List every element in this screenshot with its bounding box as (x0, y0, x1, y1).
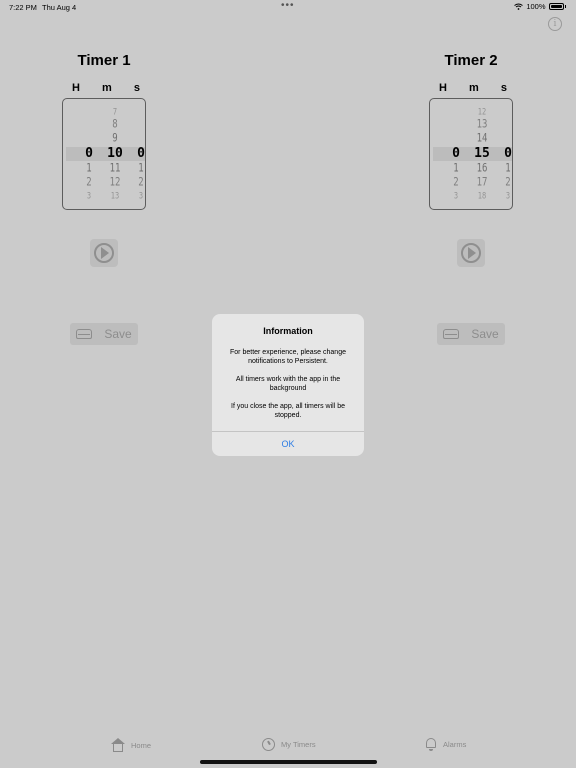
tab-bar: Home My Timers Alarms (0, 730, 576, 762)
hours-label: H (439, 82, 447, 94)
picker-row: 3 (138, 190, 144, 202)
bell-icon (425, 738, 437, 751)
seconds-label: s (500, 82, 507, 94)
battery-icon (548, 3, 564, 10)
timer-1: Timer 1 H m s 0 1 2 3 7 8 9 10 11 12 13 (49, 52, 159, 210)
ok-button[interactable]: OK (212, 432, 364, 456)
tab-home[interactable]: Home (111, 738, 151, 752)
picker-selected-seconds: 0 (137, 146, 145, 161)
timer-2-save-button[interactable]: Save (437, 323, 505, 345)
minutes-wheel[interactable]: 7 8 9 10 11 12 13 (95, 99, 123, 209)
battery-tip (564, 5, 566, 8)
status-right: 100% (514, 2, 566, 11)
seconds-wheel[interactable]: 0 1 2 3 (121, 99, 145, 209)
timer-2-play-button[interactable] (457, 239, 485, 267)
multitasking-dots[interactable]: ••• (281, 0, 295, 11)
time-picker[interactable]: 0 1 2 3 12 13 14 15 16 17 18 0 1 2 3 (429, 98, 513, 210)
play-icon (468, 247, 476, 259)
picker-row: 1 (138, 162, 144, 176)
picker-row: 1 (505, 162, 511, 176)
tab-my-timers-label: My Timers (281, 740, 316, 749)
tab-my-timers[interactable]: My Timers (262, 738, 316, 751)
timer-icon (262, 738, 275, 751)
home-icon (111, 738, 125, 752)
info-icon[interactable]: i (548, 17, 562, 31)
hours-wheel[interactable]: 0 1 2 3 (69, 99, 93, 209)
timer-title: Timer 1 (77, 52, 131, 69)
tab-alarms-label: Alarms (443, 740, 467, 749)
hours-label: H (72, 82, 80, 94)
alert-message: For better experience, please change not… (212, 348, 364, 420)
status-bar: 7:22 PM Thu Aug 4 ••• 100% (0, 0, 576, 16)
status-time: 7:22 PM (9, 3, 37, 12)
unit-labels: H m s (416, 82, 526, 96)
drive-icon (443, 329, 460, 339)
seconds-wheel[interactable]: 0 1 2 3 (488, 99, 512, 209)
minutes-label: m (469, 82, 479, 94)
picker-selected-seconds: 0 (504, 146, 512, 161)
time-picker[interactable]: 0 1 2 3 7 8 9 10 11 12 13 0 1 2 3 (62, 98, 146, 210)
picker-row: 2 (505, 176, 511, 190)
alert-message-line: For better experience, please change not… (230, 349, 346, 365)
seconds-label: s (133, 82, 140, 94)
status-date: Thu Aug 4 (42, 3, 77, 12)
timer-2: Timer 2 H m s 0 1 2 3 12 13 14 15 16 17 … (416, 52, 526, 210)
drive-icon (76, 329, 93, 339)
timer-1-play-button[interactable] (90, 239, 118, 267)
timer-title: Timer 2 (444, 52, 498, 69)
minutes-wheel[interactable]: 12 13 14 15 16 17 18 (462, 99, 490, 209)
picker-row: 2 (138, 176, 144, 190)
play-icon (101, 247, 109, 259)
save-label: Save (471, 327, 499, 341)
alert-message-line: If you close the app, all timers will be… (231, 403, 345, 419)
timer-1-save-button[interactable]: Save (70, 323, 138, 345)
unit-labels: H m s (49, 82, 159, 96)
hours-wheel[interactable]: 0 1 2 3 (436, 99, 460, 209)
alert-title: Information (263, 326, 313, 336)
picker-row: 3 (505, 190, 511, 202)
tab-alarms[interactable]: Alarms (425, 738, 466, 751)
save-label: Save (104, 327, 132, 341)
battery-percent: 100% (526, 2, 546, 11)
information-alert: Information For better experience, pleas… (212, 314, 364, 456)
home-indicator[interactable] (200, 760, 377, 764)
wifi-icon (514, 3, 524, 10)
tab-home-label: Home (131, 740, 152, 750)
alert-message-line: All timers work with the app in the back… (235, 376, 341, 392)
minutes-label: m (102, 82, 112, 94)
